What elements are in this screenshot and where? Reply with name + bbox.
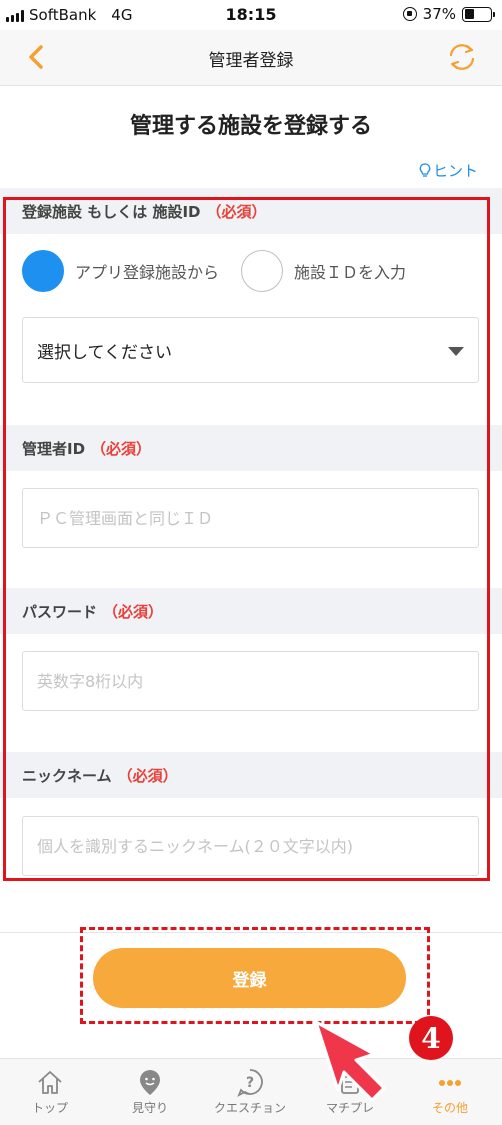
password-header: パスワード （必須） — [0, 588, 502, 634]
caret-down-icon — [448, 347, 464, 356]
admin-id-input[interactable] — [22, 488, 479, 548]
facility-label: 登録施設 もしくは 施設ID — [22, 202, 201, 221]
step-number-badge: 4 — [409, 1016, 453, 1060]
nickname-input[interactable] — [22, 816, 479, 876]
tab-watch[interactable]: 見守り — [100, 1059, 200, 1125]
battery-percent: 37% — [422, 5, 456, 23]
tab-top[interactable]: トップ — [0, 1059, 100, 1125]
tab-top-label: トップ — [31, 1101, 68, 1115]
more-icon — [439, 1080, 461, 1086]
tab-other[interactable]: その他 — [400, 1059, 500, 1125]
hint-link[interactable]: ヒント — [419, 160, 478, 181]
tab-question[interactable]: ? クエスチョン — [200, 1059, 300, 1125]
radio-facility-id-label: 施設ＩＤを入力 — [294, 263, 407, 282]
required-badge: （必須） — [117, 766, 178, 785]
register-button[interactable]: 登録 — [93, 948, 406, 1008]
hint-label: ヒント — [432, 162, 478, 180]
radio-facility-id[interactable] — [241, 250, 284, 292]
facility-radio-group: アプリ登録施設から 施設ＩＤを入力 — [22, 250, 406, 292]
password-label: パスワード — [22, 602, 98, 621]
radio-app-facility[interactable] — [22, 250, 64, 292]
admin-id-header: 管理者ID （必須） — [0, 425, 502, 471]
home-icon — [38, 1071, 62, 1094]
radio-app-facility-label: アプリ登録施設から — [75, 263, 220, 282]
admin-id-label: 管理者ID — [22, 439, 86, 458]
nickname-header: ニックネーム （必須） — [0, 752, 502, 798]
page-title: 管理する施設を登録する — [129, 114, 372, 139]
map-pin-icon — [140, 1070, 160, 1095]
facility-select-value: 選択してください — [37, 342, 172, 363]
battery-icon — [462, 6, 495, 22]
facility-section-header: 登録施設 もしくは 施設ID （必須） — [0, 188, 502, 234]
pointer-arrow-icon — [314, 1020, 386, 1102]
refresh-icon[interactable] — [444, 39, 480, 75]
status-right: 37% — [402, 5, 495, 23]
required-badge: （必須） — [91, 439, 152, 458]
tab-bar: トップ 見守り ? クエスチョン マチプレ その他 — [0, 1058, 502, 1125]
tab-question-label: クエスチョン — [213, 1101, 286, 1115]
lightbulb-icon — [419, 163, 431, 177]
nav-title: 管理者登録 — [208, 51, 294, 71]
required-badge: （必須） — [206, 202, 267, 221]
required-badge: （必須） — [103, 602, 164, 621]
svg-text:?: ? — [246, 1075, 254, 1091]
nav-bar: 管理者登録 — [0, 30, 502, 86]
password-input[interactable] — [22, 651, 479, 711]
divider — [0, 932, 502, 933]
facility-select[interactable]: 選択してください — [22, 317, 479, 383]
status-bar: SoftBank 4G 18:15 37% — [0, 0, 502, 30]
tab-other-label: その他 — [431, 1101, 468, 1115]
nickname-label: ニックネーム — [22, 766, 112, 785]
tab-watch-label: 見守り — [131, 1101, 168, 1115]
rotation-lock-icon — [402, 7, 417, 21]
question-icon: ? — [237, 1069, 263, 1097]
